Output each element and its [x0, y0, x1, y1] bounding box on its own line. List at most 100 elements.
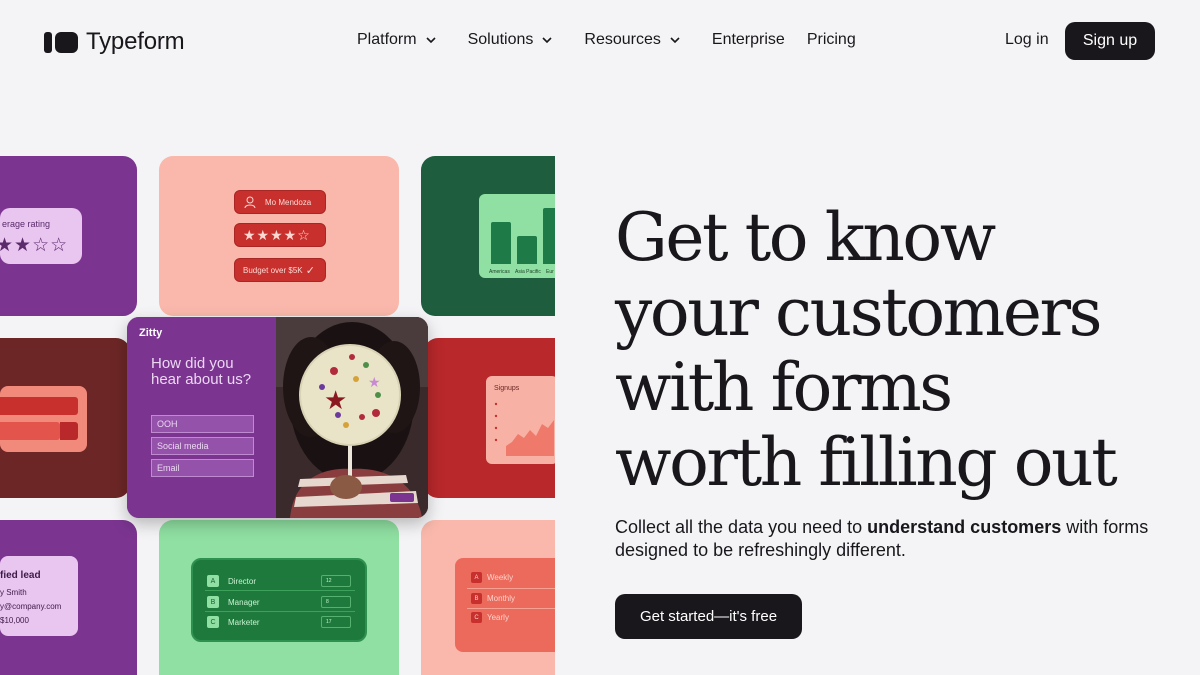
divider — [205, 611, 355, 612]
lead-title: fied lead — [0, 570, 41, 581]
lead-card: fied lead y Smith y@company.com $10,000 — [0, 556, 78, 636]
featured-form-card: Zitty How did you hear about us? OOH Soc… — [127, 317, 428, 518]
chart-bar — [491, 222, 511, 264]
svg-text:★: ★ — [368, 375, 381, 391]
nav-links: Platform Solutions Resources Enterprise … — [357, 31, 878, 49]
headline-line: your customers — [615, 274, 1103, 351]
stacked-bars-tile — [0, 338, 130, 498]
form-examples-mosaic: erage rating ★★☆☆ Mo Mendoza ★★★★☆ Budge… — [0, 156, 555, 675]
chart-category-label: Eur — [546, 269, 554, 275]
nav-item-label: Enterprise — [711, 31, 785, 48]
choice-key: C — [471, 612, 482, 623]
form-option: Email — [151, 459, 254, 477]
lead-name: y Smith — [0, 588, 27, 597]
divider — [467, 588, 555, 589]
nav-item-platform[interactable]: Platform — [357, 31, 437, 49]
name-field: Mo Mendoza — [234, 190, 326, 214]
chart-category-label: Asia Pacific — [515, 269, 541, 275]
subtext-emphasis: understand customers — [867, 517, 1062, 537]
roles-card: A Director 12 B Manager 8 C Marketer 17 — [191, 558, 367, 642]
frequency-label: Yearly — [487, 613, 509, 622]
frequency-card: A Weekly B Monthly C Yearly — [455, 558, 555, 652]
chevron-down-icon — [426, 37, 436, 44]
subtext-part: Collect all the data you need to — [615, 517, 868, 537]
login-link[interactable]: Log in — [1005, 31, 1049, 49]
headline-line: Get to know — [615, 199, 996, 276]
typeform-logo-icon — [44, 31, 78, 53]
frequency-tile: A Weekly B Monthly C Yearly — [421, 520, 555, 675]
frequency-row: C Yearly — [471, 612, 509, 623]
role-label: Marketer — [228, 617, 260, 627]
star-rating-field: ★★★★☆ — [234, 223, 326, 247]
lead-amount: $10,000 — [0, 616, 29, 625]
rating-card: erage rating ★★☆☆ — [0, 208, 82, 264]
signups-area-chart — [494, 402, 554, 456]
rating-tile: erage rating ★★☆☆ — [0, 156, 137, 316]
frequency-label: Weekly — [487, 573, 514, 582]
stacked-bars-card — [0, 386, 87, 452]
hero-headline: Get to know your customers with forms wo… — [615, 200, 1195, 500]
stack-bar — [0, 422, 60, 440]
choice-key: A — [207, 575, 219, 587]
budget-value: Budget over $5K — [243, 265, 303, 275]
user-icon — [244, 196, 256, 209]
top-nav: Typeform Platform Solutions Resources En… — [0, 0, 1200, 82]
form-photo: ★ ★ — [276, 317, 428, 518]
svg-text:★: ★ — [324, 386, 347, 416]
role-count: 17 — [321, 616, 351, 628]
nav-item-label: Platform — [357, 31, 417, 48]
stack-bar — [0, 397, 78, 415]
role-row: C Marketer — [207, 615, 260, 629]
choice-key: A — [471, 572, 482, 583]
nav-item-resources[interactable]: Resources — [584, 31, 680, 49]
divider — [205, 590, 355, 591]
signup-button[interactable]: Sign up — [1065, 22, 1155, 60]
bar-chart-tile: Americas Asia Pacific Eur — [421, 156, 555, 316]
form-question: How did you hear about us? — [151, 355, 252, 388]
nav-item-enterprise[interactable]: Enterprise — [712, 31, 785, 49]
brand-name: Typeform — [86, 28, 185, 55]
role-label: Manager — [228, 597, 260, 607]
form-panel: Zitty How did you hear about us? OOH Soc… — [127, 317, 277, 518]
role-row: B Manager — [207, 595, 260, 609]
signups-card: Signups — [486, 376, 555, 464]
form-option: Social media — [151, 437, 254, 455]
frequency-label: Monthly — [487, 594, 516, 603]
frequency-row: B Monthly — [471, 593, 515, 604]
choice-key: C — [207, 616, 219, 628]
rating-stars: ★★☆☆ — [0, 235, 69, 256]
chevron-down-icon — [670, 37, 680, 44]
bar-chart-card: Americas Asia Pacific Eur — [479, 194, 555, 278]
nav-item-solutions[interactable]: Solutions — [468, 31, 554, 49]
form-option: OOH — [151, 415, 254, 433]
frequency-row: A Weekly — [471, 572, 513, 583]
star-rating-value: ★★★★☆ — [243, 226, 311, 243]
lead-email: y@company.com — [0, 602, 62, 611]
name-value: Mo Mendoza — [265, 197, 312, 207]
chart-bar — [543, 208, 555, 264]
form-brand: Zitty — [139, 327, 163, 339]
nav-item-label: Resources — [584, 31, 661, 48]
headline-line: worth filling out — [615, 424, 1118, 501]
roles-tile: A Director 12 B Manager 8 C Marketer 17 — [159, 520, 399, 675]
budget-field: Budget over $5K ✓ — [234, 258, 326, 282]
nav-item-pricing[interactable]: Pricing — [807, 31, 856, 49]
chart-category-label: Americas — [489, 269, 510, 275]
typeform-logo[interactable]: Typeform — [44, 28, 185, 56]
signups-tile: Signups — [424, 338, 555, 498]
nav-item-label: Solutions — [467, 31, 534, 48]
role-row: A Director — [207, 574, 256, 588]
lead-tile: fied lead y Smith y@company.com $10,000 — [0, 520, 137, 675]
get-started-button[interactable]: Get started—it's free — [615, 594, 802, 639]
headline-line: with forms — [615, 349, 953, 426]
choice-key: B — [471, 593, 482, 604]
choice-key: B — [207, 596, 219, 608]
nav-item-label: Pricing — [806, 31, 856, 48]
stack-bar — [60, 422, 78, 440]
role-count: 12 — [321, 575, 351, 587]
chart-bar — [517, 236, 537, 264]
check-icon: ✓ — [305, 265, 315, 277]
hero-subtext: Collect all the data you need to underst… — [615, 516, 1175, 562]
role-count: 8 — [321, 596, 351, 608]
rating-label: erage rating — [2, 219, 51, 229]
